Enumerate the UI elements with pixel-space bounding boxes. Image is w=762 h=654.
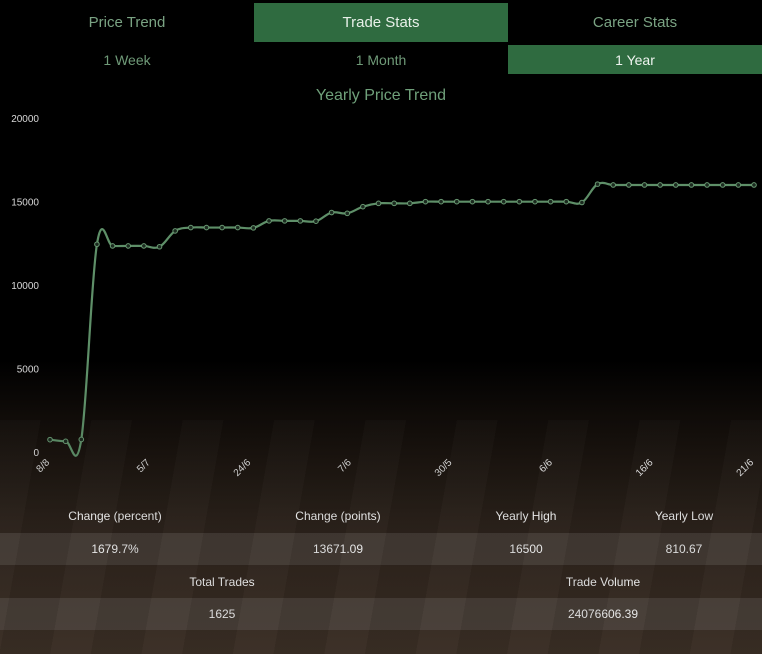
price-point bbox=[266, 218, 272, 224]
price-point bbox=[375, 200, 382, 207]
price-point bbox=[313, 218, 319, 225]
price-point bbox=[219, 224, 225, 231]
period-1-month[interactable]: 1 Month bbox=[254, 45, 508, 74]
price-point bbox=[78, 436, 85, 443]
price-point bbox=[328, 209, 335, 216]
price-point bbox=[125, 243, 132, 249]
price-point bbox=[156, 243, 163, 250]
price-point bbox=[297, 218, 304, 224]
x-tick-label: 24/6 bbox=[232, 457, 254, 479]
chart-title: Yearly Price Trend bbox=[315, 87, 447, 104]
y-tick-label: 10000 bbox=[11, 281, 39, 292]
tab-trade-stats[interactable]: Trade Stats bbox=[254, 3, 508, 42]
x-tick-label: 6/6 bbox=[537, 457, 555, 475]
change-percent-value: 1679.7% bbox=[91, 542, 139, 556]
trade-volume-value: 24076606.39 bbox=[567, 607, 639, 621]
price-point bbox=[672, 182, 679, 188]
x-tick-label: 7/6 bbox=[336, 457, 354, 475]
yearly-high-value: 16500 bbox=[509, 542, 543, 556]
price-point bbox=[407, 200, 413, 207]
x-tick-label: 30/5 bbox=[433, 457, 455, 479]
price-point bbox=[203, 224, 210, 231]
y-axis: 0 5000 10000 15000 20000 bbox=[11, 114, 39, 459]
price-point bbox=[94, 241, 100, 248]
total-trades-label: Total Trades bbox=[189, 575, 255, 589]
change-points-label: Change (points) bbox=[295, 509, 381, 523]
price-point bbox=[438, 198, 444, 205]
change-points-value: 13671.09 bbox=[312, 542, 364, 556]
tab-bar: Price Trend Trade Stats Career Stats bbox=[0, 3, 762, 42]
price-point bbox=[391, 200, 397, 207]
period-1-year[interactable]: 1 Year bbox=[508, 45, 762, 74]
price-point bbox=[360, 203, 366, 210]
price-point bbox=[657, 182, 663, 188]
price-point bbox=[469, 198, 476, 205]
price-point bbox=[594, 181, 601, 187]
price-point bbox=[234, 224, 241, 231]
price-point bbox=[485, 198, 491, 205]
tab-price-trend[interactable]: Price Trend bbox=[0, 3, 254, 42]
y-tick-label: 15000 bbox=[11, 198, 39, 209]
period-1-week[interactable]: 1 Week bbox=[0, 45, 254, 74]
price-point bbox=[610, 182, 617, 188]
y-tick-label: 0 bbox=[33, 448, 39, 459]
price-point bbox=[422, 198, 429, 205]
y-tick-label: 5000 bbox=[17, 365, 40, 376]
price-point bbox=[109, 243, 116, 249]
price-point bbox=[250, 225, 257, 231]
price-point bbox=[735, 182, 742, 188]
price-line bbox=[49, 181, 754, 457]
change-percent-label: Change (percent) bbox=[68, 509, 162, 523]
price-point bbox=[172, 228, 178, 234]
price-point bbox=[704, 182, 710, 188]
price-point bbox=[563, 198, 570, 205]
yearly-low-value: 810.67 bbox=[665, 542, 703, 556]
trade-values-row: 1625 24076606.39 bbox=[0, 598, 762, 630]
price-point bbox=[626, 182, 632, 188]
price-point bbox=[62, 438, 69, 445]
price-point bbox=[281, 218, 288, 224]
x-tick-label: 21/6 bbox=[735, 457, 757, 479]
price-point bbox=[453, 198, 460, 205]
price-point bbox=[641, 182, 648, 188]
stats-headers-row: Change (percent) Change (points) Yearly … bbox=[0, 502, 762, 530]
price-point bbox=[579, 199, 585, 206]
price-point bbox=[547, 198, 554, 205]
price-point bbox=[141, 243, 147, 249]
price-points bbox=[47, 181, 757, 445]
price-point bbox=[719, 182, 726, 188]
period-selector: 1 Week 1 Month 1 Year bbox=[0, 45, 762, 74]
yearly-low-label: Yearly Low bbox=[654, 509, 714, 523]
trade-volume-label: Trade Volume bbox=[565, 575, 641, 589]
trade-headers-row: Total Trades Trade Volume bbox=[0, 568, 762, 596]
price-point bbox=[516, 198, 523, 205]
price-point bbox=[751, 182, 757, 188]
price-point bbox=[688, 182, 695, 188]
x-axis: 8/8 5/7 24/6 7/6 30/5 6/6 16/6 21/6 bbox=[35, 457, 757, 479]
price-point bbox=[47, 436, 53, 443]
y-tick-label: 20000 bbox=[11, 114, 39, 125]
x-tick-label: 5/7 bbox=[135, 457, 153, 475]
stats-values-row: 1679.7% 13671.09 16500 810.67 bbox=[0, 533, 762, 565]
price-point bbox=[344, 210, 351, 217]
price-point bbox=[188, 224, 194, 231]
tab-career-stats[interactable]: Career Stats bbox=[508, 3, 762, 42]
x-tick-label: 8/8 bbox=[35, 457, 53, 475]
yearly-high-label: Yearly High bbox=[495, 509, 557, 523]
x-tick-label: 16/6 bbox=[634, 457, 656, 479]
price-point bbox=[500, 198, 507, 205]
price-chart: 0 5000 10000 15000 20000 8/8 5/7 24/6 7/6 30/5 6/… bbox=[11, 114, 757, 479]
price-point bbox=[532, 198, 538, 205]
total-trades-value: 1625 bbox=[208, 607, 236, 621]
